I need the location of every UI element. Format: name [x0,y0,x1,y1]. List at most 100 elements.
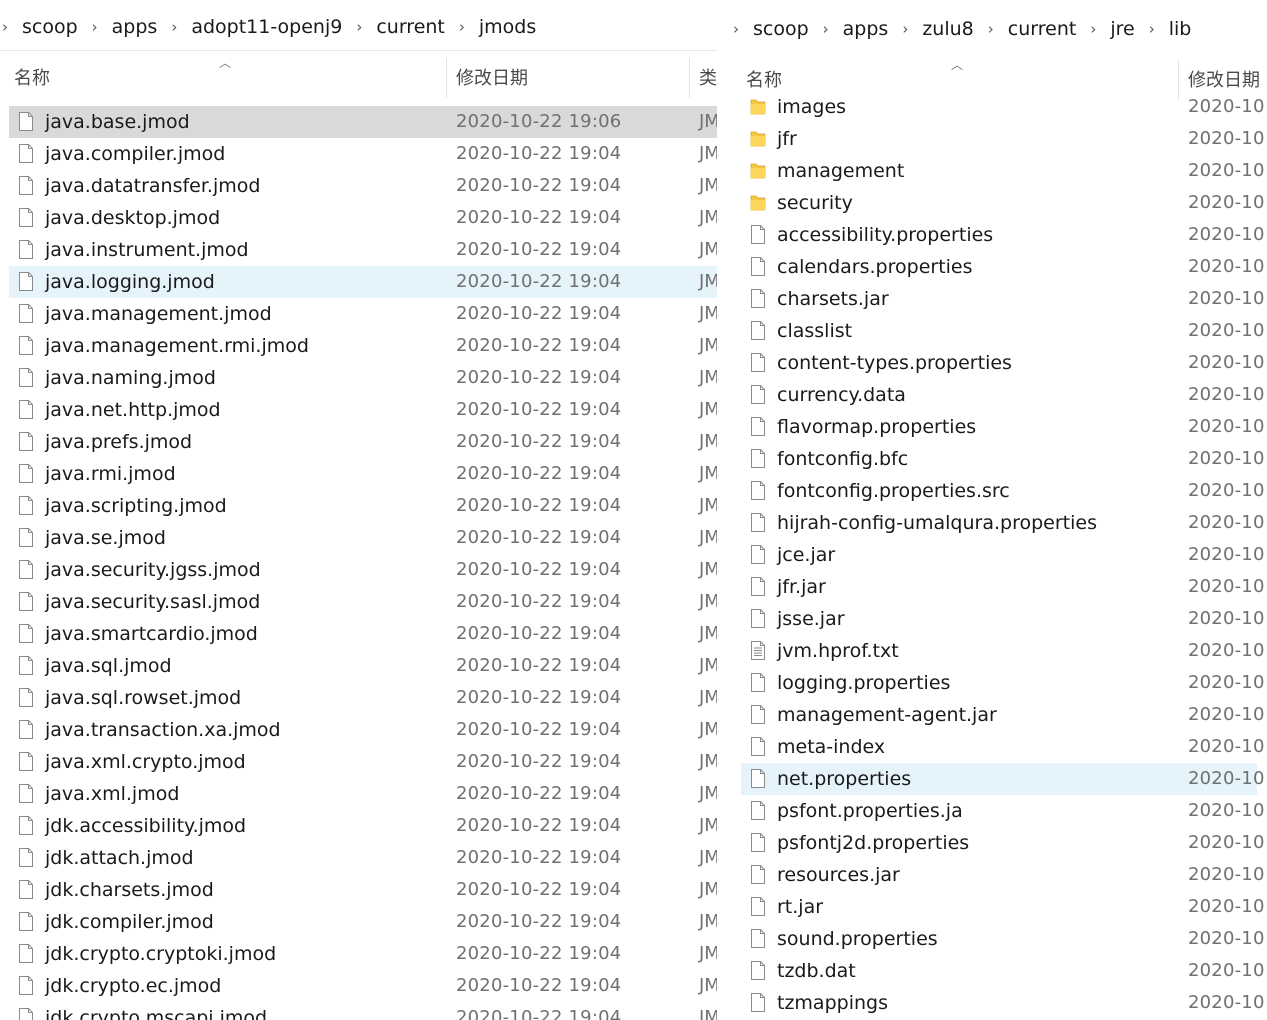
file-row[interactable]: sound.properties 2020-10 [741,923,1264,955]
column-resize-handle[interactable] [446,58,447,98]
file-modified-date: 2020-10-22 19:04 [456,399,622,420]
breadcrumb-segment[interactable]: apps [841,18,891,40]
file-row[interactable]: java.xml.crypto.jmod 2020-10-22 19:04 JM [9,746,717,778]
file-row[interactable]: java.transaction.xa.jmod 2020-10-22 19:04… [9,714,717,746]
file-row[interactable]: currency.data 2020-10 [741,379,1264,411]
file-row[interactable]: fontconfig.properties.src 2020-10 [741,475,1264,507]
file-icon [18,303,34,324]
file-row[interactable]: jdk.charsets.jmod 2020-10-22 19:04 JM [9,874,717,906]
chevron-right-icon[interactable]: › [451,18,473,36]
file-row[interactable]: java.sql.jmod 2020-10-22 19:04 JM [9,650,717,682]
file-name: jvm.hprof.txt [777,640,899,662]
chevron-right-icon[interactable]: › [980,20,1002,38]
file-name: accessibility.properties [777,224,994,246]
file-row[interactable]: jdk.crypto.cryptoki.jmod 2020-10-22 19:04… [9,938,717,970]
file-row[interactable]: accessibility.properties 2020-10 [741,219,1264,251]
file-row[interactable]: resources.jar 2020-10 [741,859,1264,891]
chevron-right-icon[interactable]: › [815,20,837,38]
file-row[interactable]: management 2020-10 [741,155,1264,187]
file-row[interactable]: java.rmi.jmod 2020-10-22 19:04 JM [9,458,717,490]
file-modified-date: 2020-10 [1188,288,1265,309]
breadcrumb-segment[interactable]: current [374,16,447,38]
file-row[interactable]: java.sql.rowset.jmod 2020-10-22 19:04 JM [9,682,717,714]
file-row[interactable]: java.security.sasl.jmod 2020-10-22 19:04 J… [9,586,717,618]
file-row[interactable]: java.management.rmi.jmod 2020-10-22 19:04… [9,330,717,362]
breadcrumb-segment[interactable]: scoop [20,16,80,38]
column-header-date[interactable]: 修改日期 [456,50,686,104]
file-modified-date: 2020-10 [1188,480,1265,501]
file-row[interactable]: jsse.jar 2020-10 [741,603,1264,635]
file-row[interactable]: java.datatransfer.jmod 2020-10-22 19:04 JM [9,170,717,202]
file-row[interactable]: net.properties 2020-10 [741,763,1264,795]
file-row[interactable]: java.xml.jmod 2020-10-22 19:04 JM [9,778,717,810]
file-name: sound.properties [777,928,938,950]
chevron-right-icon[interactable]: › [1141,20,1163,38]
chevron-right-icon[interactable]: › [0,18,16,36]
file-row[interactable]: java.management.jmod 2020-10-22 19:04 JM [9,298,717,330]
file-icon [18,495,34,516]
breadcrumb-segment[interactable]: lib [1167,18,1194,40]
chevron-right-icon[interactable]: › [84,18,106,36]
file-row[interactable]: java.base.jmod 2020-10-22 19:06 JM [9,106,717,138]
file-row[interactable]: java.se.jmod 2020-10-22 19:04 JM [9,522,717,554]
column-resize-handle[interactable] [689,58,690,98]
file-icon [18,591,34,612]
file-row[interactable]: management-agent.jar 2020-10 [741,699,1264,731]
file-row[interactable]: java.naming.jmod 2020-10-22 19:04 JM [9,362,717,394]
file-name: java.scripting.jmod [45,495,227,517]
file-row[interactable]: hijrah-config-umalqura.properties 2020-10 [741,507,1264,539]
file-row[interactable]: flavormap.properties 2020-10 [741,411,1264,443]
breadcrumb-segment[interactable]: adopt11-openj9 [189,16,344,38]
file-row[interactable]: java.desktop.jmod 2020-10-22 19:04 JM [9,202,717,234]
file-row[interactable]: jce.jar 2020-10 [741,539,1264,571]
file-row[interactable]: jdk.crypto.ec.jmod 2020-10-22 19:04 JM [9,970,717,1002]
file-icon [18,847,34,868]
file-row[interactable]: content-types.properties 2020-10 [741,347,1264,379]
file-row[interactable]: java.compiler.jmod 2020-10-22 19:04 JM [9,138,717,170]
chevron-right-icon[interactable]: › [163,18,185,36]
breadcrumb-segment[interactable]: zulu8 [920,18,975,40]
breadcrumb-segment[interactable]: jmods [477,16,538,38]
column-header-type[interactable]: 类 [699,50,717,104]
file-row[interactable]: images 2020-10 [741,91,1264,123]
file-row[interactable]: java.instrument.jmod 2020-10-22 19:04 JM [9,234,717,266]
breadcrumb-segment[interactable]: apps [110,16,160,38]
file-row[interactable]: java.security.jgss.jmod 2020-10-22 19:04 J… [9,554,717,586]
file-row[interactable]: meta-index 2020-10 [741,731,1264,763]
chevron-right-icon[interactable]: › [348,18,370,36]
breadcrumb: › scoop › apps › adopt11-openj9 › current › jmods [0,5,717,49]
file-name: java.smartcardio.jmod [45,623,258,645]
file-row[interactable]: java.scripting.jmod 2020-10-22 19:04 JM [9,490,717,522]
file-row[interactable]: jdk.compiler.jmod 2020-10-22 19:04 JM [9,906,717,938]
file-row[interactable]: java.logging.jmod 2020-10-22 19:04 JM [9,266,717,298]
file-row[interactable]: jfr.jar 2020-10 [741,571,1264,603]
chevron-right-icon[interactable]: › [894,20,916,38]
file-row[interactable]: fontconfig.bfc 2020-10 [741,443,1264,475]
file-name: java.xml.jmod [45,783,180,805]
file-row[interactable]: jvm.hprof.txt 2020-10 [741,635,1264,667]
file-row[interactable]: calendars.properties 2020-10 [741,251,1264,283]
file-row[interactable]: java.net.http.jmod 2020-10-22 19:04 JM [9,394,717,426]
chevron-right-icon[interactable]: › [1082,20,1104,38]
file-row[interactable]: jdk.attach.jmod 2020-10-22 19:04 JM [9,842,717,874]
file-row[interactable]: tzdb.dat 2020-10 [741,955,1264,987]
file-row[interactable]: classlist 2020-10 [741,315,1264,347]
file-row[interactable]: jfr 2020-10 [741,123,1264,155]
file-row[interactable]: java.smartcardio.jmod 2020-10-22 19:04 JM [9,618,717,650]
file-name: jdk.crypto.cryptoki.jmod [45,943,277,965]
chevron-right-icon[interactable]: › [731,20,747,38]
file-row[interactable]: tzmappings 2020-10 [741,987,1264,1019]
file-row[interactable]: rt.jar 2020-10 [741,891,1264,923]
breadcrumb-segment[interactable]: current [1006,18,1079,40]
file-row[interactable]: jdk.accessibility.jmod 2020-10-22 19:04 JM [9,810,717,842]
file-row[interactable]: logging.properties 2020-10 [741,667,1264,699]
breadcrumb-segment[interactable]: scoop [751,18,811,40]
file-row[interactable]: charsets.jar 2020-10 [741,283,1264,315]
file-row[interactable]: jdk.crypto.mscapi.jmod 2020-10-22 19:04 JM [9,1002,717,1020]
file-row[interactable]: java.prefs.jmod 2020-10-22 19:04 JM [9,426,717,458]
file-row[interactable]: psfontj2d.properties 2020-10 [741,827,1264,859]
file-icon [18,271,34,292]
file-row[interactable]: security 2020-10 [741,187,1264,219]
breadcrumb-segment[interactable]: jre [1108,18,1136,40]
file-row[interactable]: psfont.properties.ja 2020-10 [741,795,1264,827]
